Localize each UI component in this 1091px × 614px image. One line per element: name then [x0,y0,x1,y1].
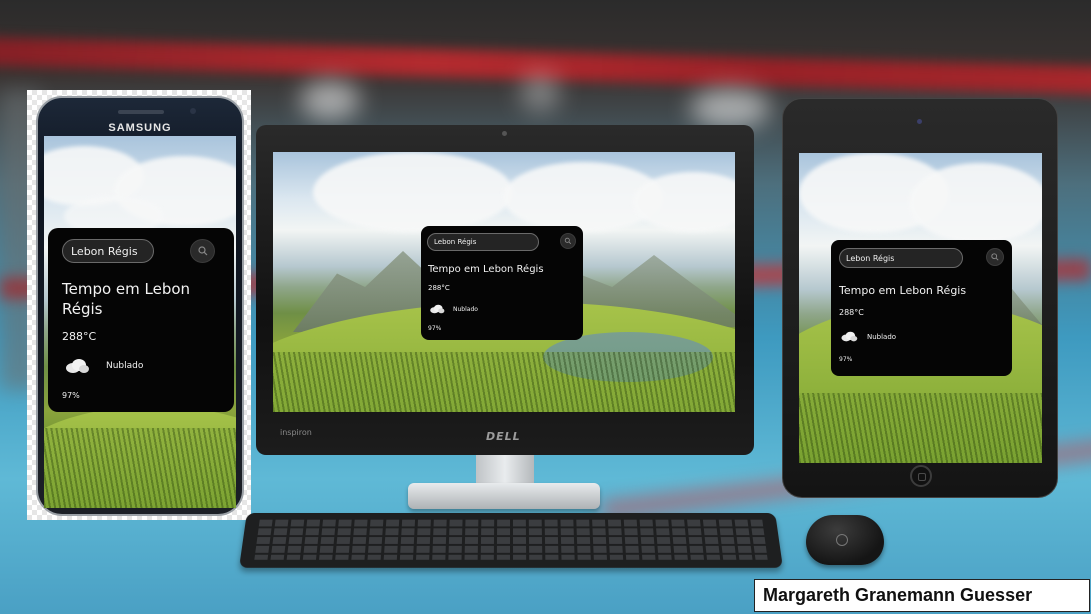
search-icon [991,253,999,261]
search-button[interactable] [560,233,576,249]
weather-description: Nublado [106,361,144,371]
humidity: 97% [428,325,442,332]
author-name: Margareth Granemann Guesser [763,585,1033,605]
search-button[interactable] [190,239,215,263]
tablet: Lebon Régis Tempo em Lebon Régis 288°C N… [782,98,1058,498]
humidity: 97% [839,356,853,363]
phone-camera [190,108,196,114]
search-button[interactable] [986,248,1004,266]
mouse [806,515,884,565]
monitor-model-label: inspiron [280,428,312,437]
phone-speaker [118,110,164,114]
city-search-input[interactable]: Lebon Régis [839,248,963,268]
weather-description: Nublado [453,306,478,313]
weather-card: Lebon Régis Tempo em Lebon Régis 288°C N… [48,228,234,412]
cloud-icon [430,304,445,314]
search-icon [197,246,207,256]
weather-title: Tempo em Lebon Régis [839,284,967,297]
city-search-input[interactable]: Lebon Régis [427,233,539,251]
tablet-camera [917,119,922,124]
smartphone: SAMSUNG Lebon Régis Tempo em Lebon Régis… [36,96,244,516]
monitor-stand-base [408,483,600,509]
cloud-icon [841,331,858,342]
dell-logo: DELL [486,430,521,443]
desktop-monitor: Lebon Régis Tempo em Lebon Régis 288°C N… [256,125,754,455]
phone-screen: Lebon Régis Tempo em Lebon Régis 288°C N… [44,136,236,508]
monitor-screen: Lebon Régis Tempo em Lebon Régis 288°C N… [273,152,735,412]
city-search-value: Lebon Régis [846,253,895,263]
author-credit: Margareth Granemann Guesser [754,579,1090,612]
temperature: 288°C [839,308,864,317]
city-search-value: Lebon Régis [71,244,138,258]
temperature: 288°C [62,330,97,343]
weather-description: Nublado [867,333,897,341]
weather-card: Lebon Régis Tempo em Lebon Régis 288°C N… [421,226,583,340]
tablet-screen: Lebon Régis Tempo em Lebon Régis 288°C N… [799,153,1042,463]
keyboard [239,513,783,568]
tablet-home-button[interactable] [910,465,932,487]
cloud-icon [66,359,89,373]
monitor-camera [502,131,507,136]
weather-card: Lebon Régis Tempo em Lebon Régis 288°C N… [831,240,1012,376]
city-search-input[interactable]: Lebon Régis [62,239,154,263]
phone-brand: SAMSUNG [108,122,172,134]
weather-title: Tempo em Lebon Régis [62,280,191,318]
weather-title: Tempo em Lebon Régis [428,264,544,275]
search-icon [564,237,572,245]
city-search-value: Lebon Régis [434,238,477,246]
humidity: 97% [62,391,80,400]
temperature: 288°C [428,284,450,292]
